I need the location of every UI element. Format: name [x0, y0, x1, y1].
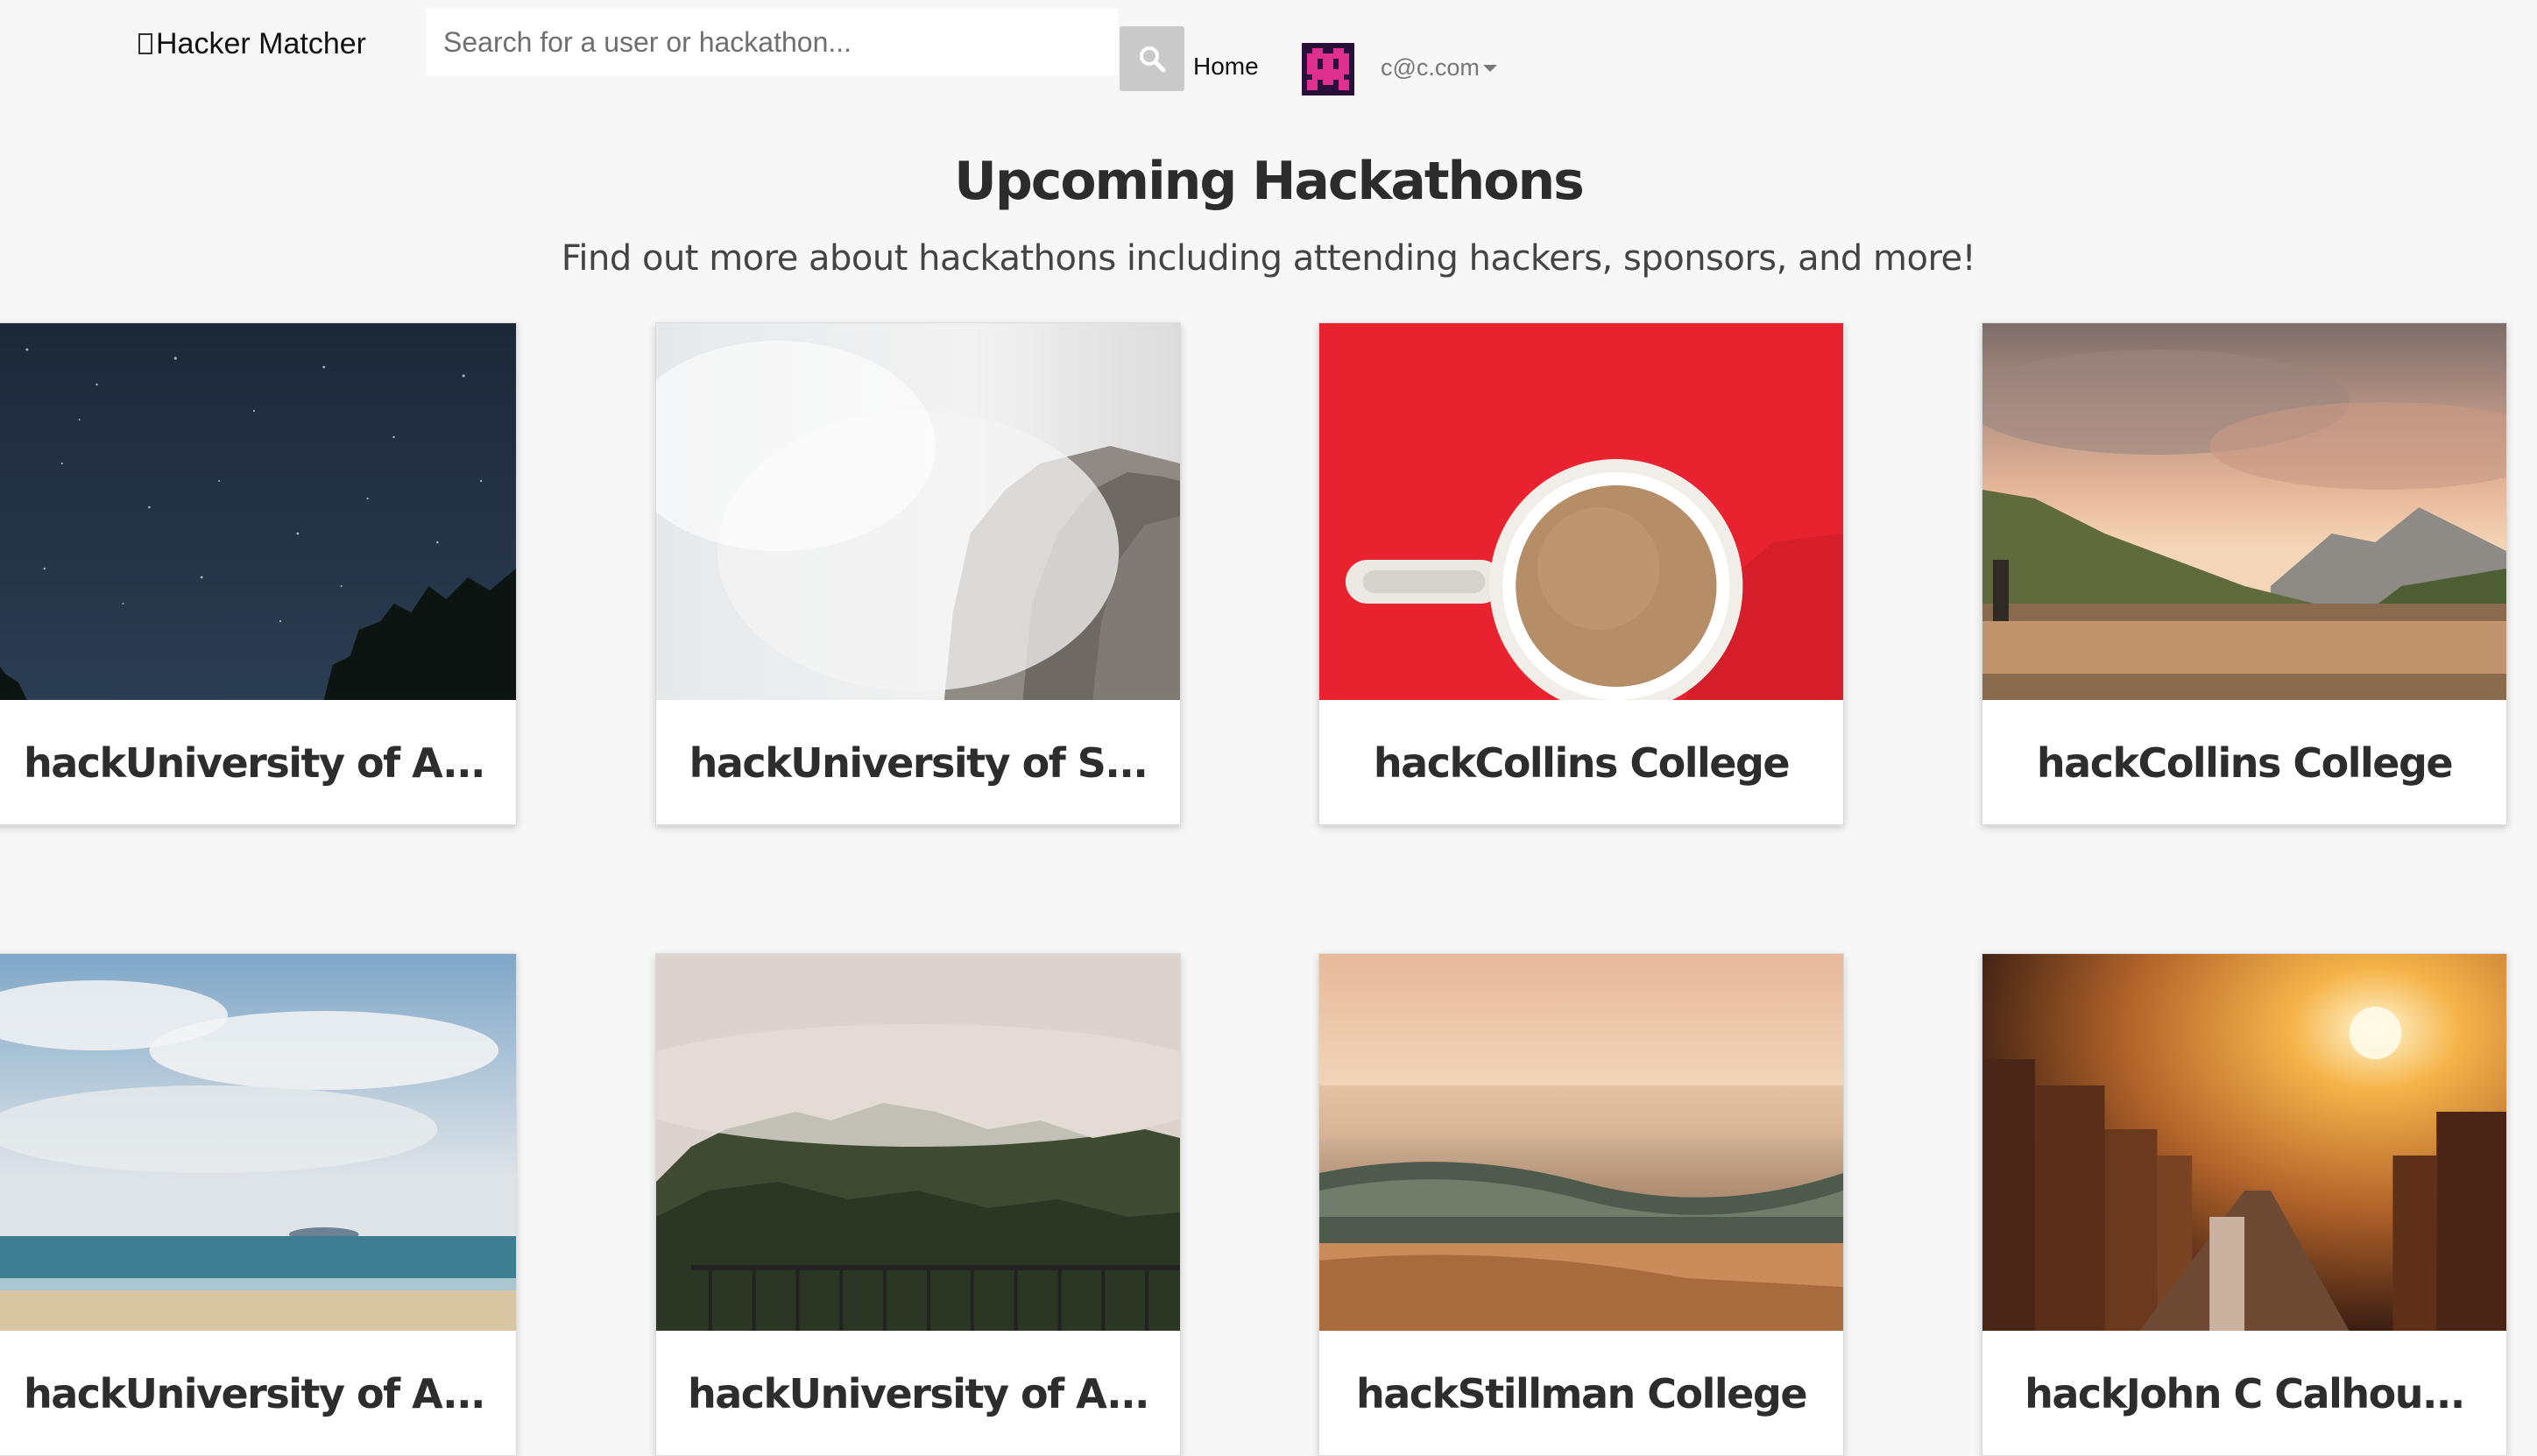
- hackathon-title: hackUniversity of A...: [687, 1370, 1150, 1417]
- hackathon-image: [1982, 323, 2506, 700]
- hackathon-image: [0, 954, 516, 1331]
- user-email: c@c.com: [1381, 54, 1480, 81]
- hackathon-title: hackCollins College: [1373, 739, 1791, 787]
- hackathon-card[interactable]: hackStillman College: [1318, 953, 1844, 1456]
- search-input[interactable]: [426, 9, 1118, 75]
- hackathon-image: [1319, 954, 1843, 1331]
- search-icon: [1140, 46, 1166, 73]
- hackathon-title: hackJohn C Calhou...: [2025, 1370, 2465, 1417]
- hackathon-card[interactable]: hackUniversity of A...: [0, 953, 517, 1456]
- page-title: Upcoming Hackathons: [954, 151, 1585, 212]
- hackathon-card[interactable]: hackUniversity of S...: [655, 322, 1181, 825]
- hackathon-image: [0, 323, 516, 700]
- hackathon-image: [1319, 323, 1843, 700]
- hackathon-image: [656, 323, 1180, 700]
- broken-glyph-icon: [138, 33, 152, 54]
- page-subtitle: Find out more about hackathons including…: [561, 238, 1976, 279]
- navbar: Hacker Matcher Home c@c.com: [0, 0, 2537, 96]
- search-button[interactable]: [1120, 26, 1184, 91]
- user-menu-dropdown[interactable]: c@c.com: [1381, 54, 1497, 81]
- brand-name: Hacker Matcher: [156, 26, 366, 60]
- hackathon-image: [1982, 954, 2506, 1331]
- hackathon-card[interactable]: hackCollins College: [1982, 322, 2507, 825]
- hackathon-title: hackUniversity of A...: [23, 739, 486, 787]
- hackathon-card[interactable]: hackUniversity of A...: [655, 953, 1181, 1456]
- hackathon-image: [656, 954, 1180, 1331]
- pixel-avatar-icon[interactable]: [1302, 42, 1354, 96]
- hackathon-title: hackCollins College: [2036, 739, 2454, 787]
- caret-down-icon: [1482, 64, 1497, 72]
- hackathon-card[interactable]: hackJohn C Calhou...: [1982, 953, 2507, 1456]
- hackathon-card[interactable]: hackCollins College: [1318, 322, 1844, 825]
- hackathon-title: hackUniversity of S...: [689, 739, 1148, 787]
- brand-link[interactable]: Hacker Matcher: [138, 23, 366, 65]
- hackathon-title: hackUniversity of A...: [23, 1370, 486, 1417]
- nav-home-link[interactable]: Home: [1193, 53, 1259, 81]
- hackathon-card[interactable]: hackUniversity of A...: [0, 322, 517, 825]
- hackathon-title: hackStillman College: [1355, 1370, 1808, 1417]
